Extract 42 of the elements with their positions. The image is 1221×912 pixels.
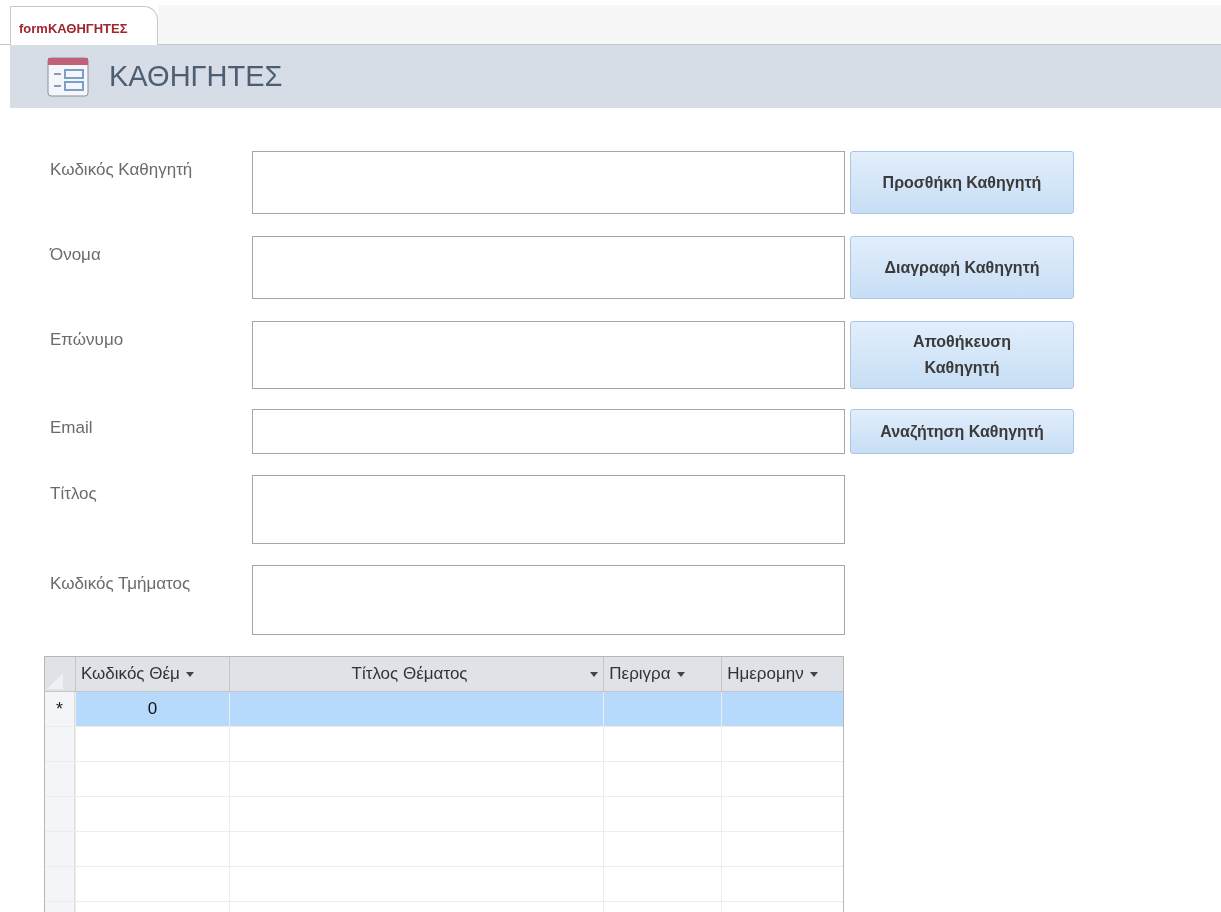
form-title: ΚΑΘΗΓΗΤΕΣ — [109, 58, 283, 94]
row-selector[interactable] — [45, 867, 75, 901]
dropdown-arrow-icon[interactable] — [185, 671, 194, 677]
row-selector[interactable]: * — [45, 692, 75, 726]
dropdown-arrow-icon[interactable] — [590, 671, 599, 677]
action-button[interactable]: Αποθήκευση Καθηγητή — [850, 321, 1074, 389]
row-selector[interactable] — [45, 762, 75, 796]
action-button[interactable]: Διαγραφή Καθηγητή — [850, 236, 1074, 299]
table-cell[interactable] — [721, 692, 843, 726]
input-field[interactable] — [252, 321, 845, 389]
select-all-corner-icon[interactable] — [45, 671, 65, 691]
column-header[interactable]: Κωδικός Θέμ — [74, 657, 229, 691]
column-title: Ημερομην — [727, 663, 804, 686]
column-header[interactable]: Περιγρα — [603, 657, 722, 691]
input-field[interactable] — [252, 151, 845, 214]
column-title: Κωδικός Θέμ — [80, 663, 180, 686]
input-field[interactable] — [252, 475, 845, 544]
dropdown-arrow-icon[interactable] — [676, 671, 685, 677]
column-title: Περιγρα — [609, 663, 671, 686]
dropdown-arrow-icon[interactable] — [809, 671, 818, 677]
form-icon — [47, 56, 89, 97]
table-cell[interactable]: 0 — [74, 692, 229, 726]
column-header[interactable]: Ημερομην — [721, 657, 843, 691]
input-field[interactable] — [252, 236, 845, 299]
field-label: Επώνυμο — [50, 329, 125, 351]
action-button[interactable]: Προσθήκη Καθηγητή — [850, 151, 1074, 214]
row-selector[interactable] — [45, 797, 75, 831]
field-label: Κωδικός Καθηγητή — [50, 159, 194, 181]
column-title: Τίτλος Θέματος — [350, 663, 469, 686]
field-label: Email — [50, 417, 94, 439]
field-label: Κωδικός Τμήματος — [50, 573, 192, 595]
row-selector[interactable] — [45, 832, 75, 866]
table-cell[interactable] — [603, 692, 722, 726]
input-field[interactable] — [252, 409, 845, 454]
input-field[interactable] — [252, 565, 845, 635]
field-label: Τίτλος — [50, 483, 98, 505]
form-tab[interactable]: formΚΑΘΗΓΗΤΕΣ — [10, 6, 159, 45]
row-selector[interactable] — [45, 727, 75, 761]
table-cell[interactable] — [228, 692, 604, 726]
action-button[interactable]: Αναζήτηση Καθηγητή — [850, 409, 1074, 454]
column-header[interactable]: Τίτλος Θέματος — [228, 657, 604, 691]
field-label: Όνομα — [50, 244, 102, 266]
